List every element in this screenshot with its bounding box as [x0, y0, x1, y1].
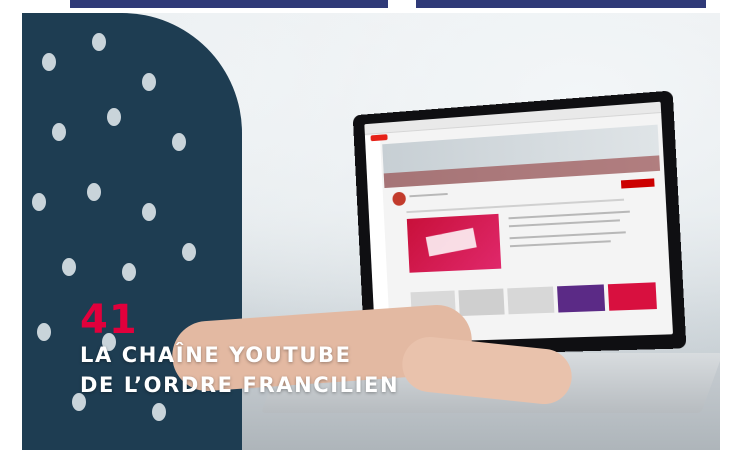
- featured-video-thumbnail: [407, 214, 501, 273]
- video-thumbnail: [458, 289, 504, 317]
- video-text-line: [510, 240, 611, 247]
- caption-title-line-2: DE L’ORDRE FRANCILIEN: [80, 370, 399, 400]
- top-color-band: [70, 0, 706, 8]
- channel-banner: [382, 125, 660, 188]
- channel-name-line: [409, 193, 447, 197]
- video-thumbnail: [608, 282, 657, 310]
- video-thumbnail: [557, 284, 605, 312]
- band-notch: [388, 0, 416, 8]
- subscribe-button-shape: [621, 178, 655, 188]
- top-strip: [0, 0, 741, 10]
- channel-tabs-line: [406, 199, 624, 213]
- page-number: 41: [80, 300, 399, 340]
- channel-avatar: [392, 192, 406, 206]
- video-text-line: [509, 219, 620, 227]
- video-text-line: [510, 231, 626, 239]
- video-thumbnail: [507, 286, 554, 314]
- caption-block: 41 LA CHAÎNE YOUTUBE DE L’ORDRE FRANCILI…: [80, 300, 399, 400]
- youtube-logo-icon: [371, 134, 388, 141]
- video-text-line: [508, 211, 629, 220]
- caption-title-line-1: LA CHAÎNE YOUTUBE: [80, 340, 399, 370]
